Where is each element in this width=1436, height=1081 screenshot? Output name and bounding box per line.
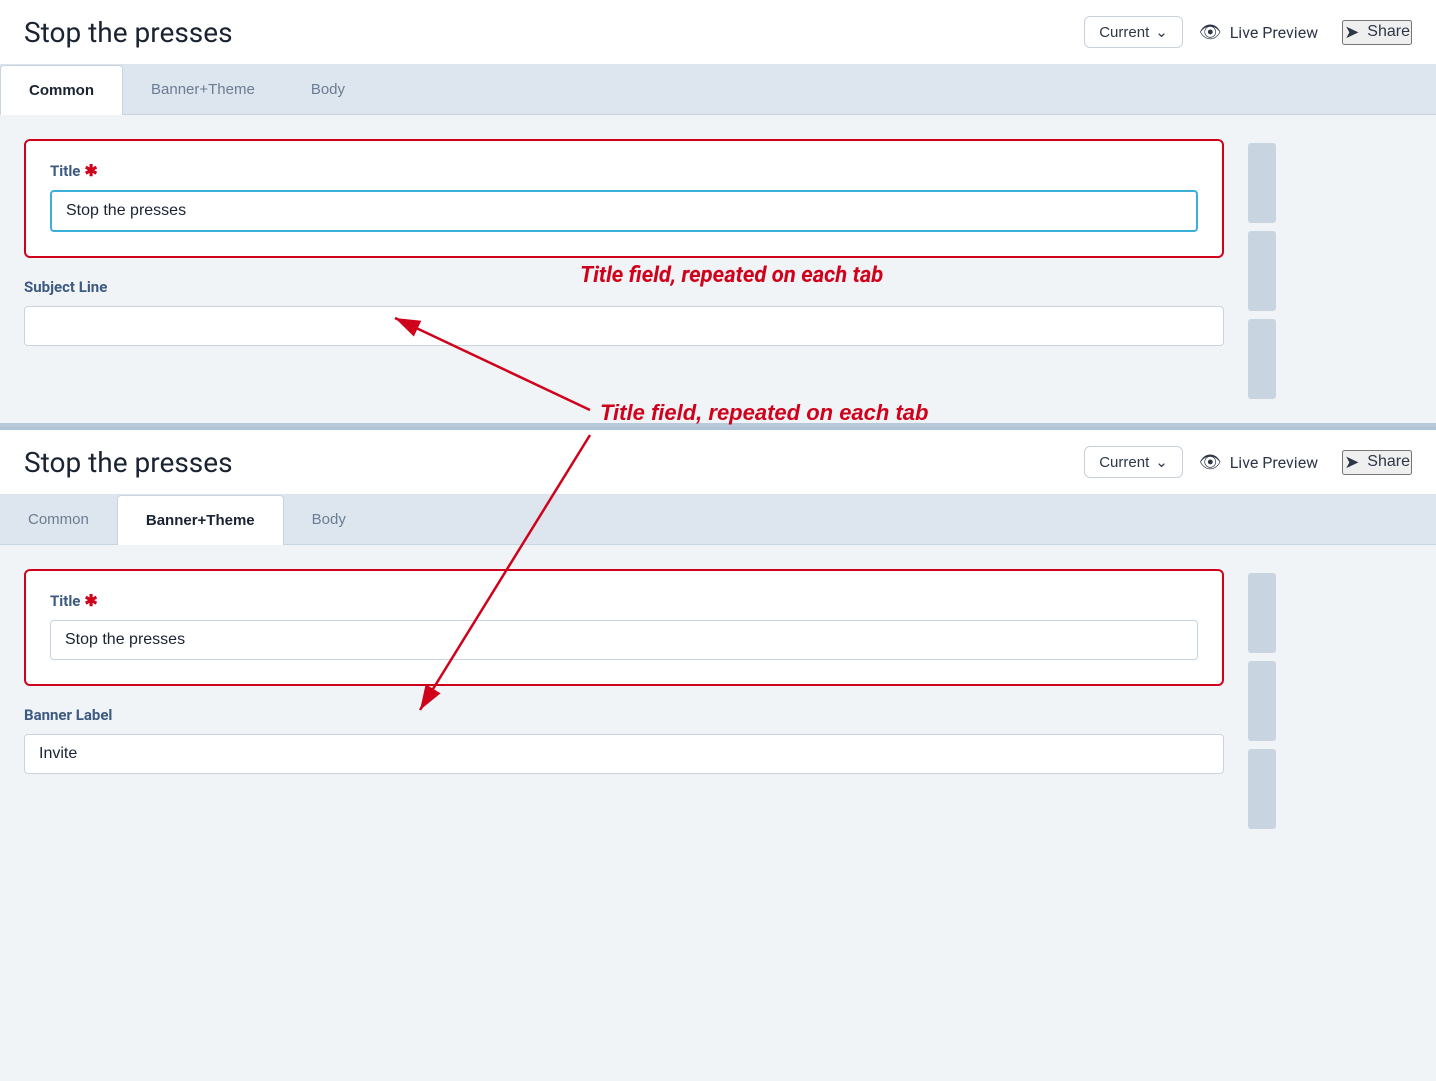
tab-banner-theme-2[interactable]: Banner+Theme: [117, 495, 284, 545]
sidebar-strip-b4: [1248, 749, 1276, 829]
tab-banner-theme-1[interactable]: Banner+Theme: [123, 64, 283, 114]
sidebar-strip-b2: [1248, 319, 1276, 399]
tab-common-label-2: Common: [28, 511, 89, 528]
share-label-1: Share: [1367, 23, 1410, 41]
chevron-down-icon-1: ⌄: [1155, 23, 1168, 41]
chevron-down-icon-2: ⌄: [1155, 453, 1168, 471]
tab-body-1[interactable]: Body: [283, 64, 373, 114]
title-label-1: Title ✱: [50, 161, 1198, 180]
annotation-text: Title field, repeated on each tab: [580, 263, 883, 288]
header-1: Stop the presses Current ⌄ 👁 Live Previe…: [0, 0, 1436, 65]
subject-line-section-1: Subject Line: [24, 278, 1224, 346]
tab-common-1[interactable]: Common: [0, 65, 123, 115]
tab-body-2[interactable]: Body: [284, 494, 374, 544]
page-title-2: Stop the presses: [24, 446, 1068, 479]
title-section-2: Title ✱: [24, 569, 1224, 686]
annotation-block: Title field, repeated on each tab: [580, 263, 883, 288]
share-label-2: Share: [1367, 453, 1410, 471]
share-button-2[interactable]: ➤ Share: [1342, 450, 1412, 475]
panel-2: Stop the presses Current ⌄ 👁 Live Previe…: [0, 427, 1436, 853]
live-preview-button-1[interactable]: 👁 Live Preview: [1199, 22, 1318, 43]
banner-label-section: Banner Label: [24, 706, 1224, 774]
sidebar-strip-b3: [1248, 661, 1276, 741]
live-preview-label-1: Live Preview: [1230, 23, 1319, 42]
tabs-bar-2: Common Banner+Theme Body: [0, 495, 1436, 545]
eye-icon-2: 👁: [1199, 452, 1222, 473]
panel-1: Stop the presses Current ⌄ 👁 Live Previe…: [0, 0, 1436, 423]
live-preview-label-2: Live Preview: [1230, 453, 1319, 472]
current-dropdown-2[interactable]: Current ⌄: [1084, 446, 1183, 478]
eye-icon-1: 👁: [1199, 22, 1222, 43]
required-star-1: ✱: [84, 161, 97, 180]
tab-banner-theme-label-1: Banner+Theme: [151, 81, 255, 98]
share-button-1[interactable]: ➤ Share: [1342, 20, 1412, 45]
sidebar-strip-s2: [1248, 573, 1276, 653]
title-input-1[interactable]: [50, 190, 1198, 232]
current-dropdown-label-2: Current: [1099, 454, 1149, 471]
banner-label-input[interactable]: [24, 734, 1224, 774]
subject-line-input-1[interactable]: [24, 306, 1224, 346]
current-dropdown-1[interactable]: Current ⌄: [1084, 16, 1183, 48]
sidebar-strip-s: [1248, 143, 1276, 223]
banner-label-label: Banner Label: [24, 706, 1224, 724]
title-input-2[interactable]: [50, 620, 1198, 660]
share-icon-2: ➤: [1344, 452, 1359, 473]
share-icon-1: ➤: [1344, 22, 1359, 43]
tabs-bar-1: Common Banner+Theme Body: [0, 65, 1436, 115]
live-preview-button-2[interactable]: 👁 Live Preview: [1199, 452, 1318, 473]
tab-common-2[interactable]: Common: [0, 494, 117, 544]
sidebar-strip-b1: [1248, 231, 1276, 311]
required-star-2: ✱: [84, 591, 97, 610]
current-dropdown-label-1: Current: [1099, 24, 1149, 41]
header-right-2: 👁 Live Preview ➤ Share: [1199, 450, 1412, 475]
page-title-1: Stop the presses: [24, 16, 1068, 49]
header-2: Stop the presses Current ⌄ 👁 Live Previe…: [0, 430, 1436, 495]
right-sidebar-1: [1248, 139, 1280, 399]
title-section-1: Title ✱: [24, 139, 1224, 258]
tab-common-label-1: Common: [29, 82, 94, 99]
tab-body-label-1: Body: [311, 81, 345, 98]
title-label-2: Title ✱: [50, 591, 1198, 610]
tab-body-label-2: Body: [312, 511, 346, 528]
header-right-1: 👁 Live Preview ➤ Share: [1199, 20, 1412, 45]
content-area-2: Title ✱ Banner Label: [0, 545, 1436, 853]
main-form-2: Title ✱ Banner Label: [24, 569, 1224, 829]
tab-banner-theme-label-2: Banner+Theme: [146, 512, 255, 529]
right-sidebar-2: [1248, 569, 1280, 829]
